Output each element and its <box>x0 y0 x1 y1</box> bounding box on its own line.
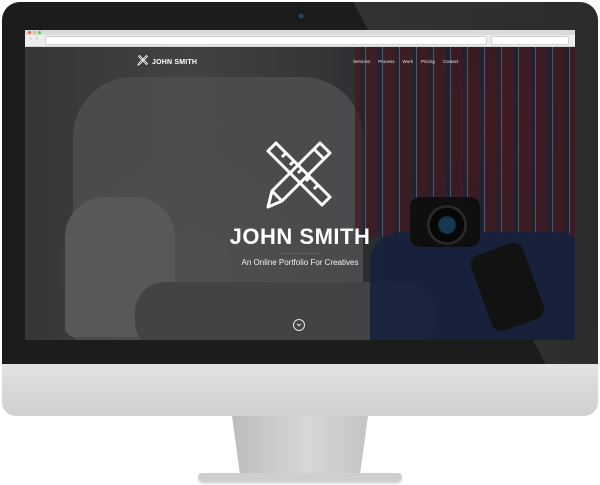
browser-tabstrip <box>25 30 575 35</box>
monitor-base <box>198 473 402 482</box>
monitor-chin <box>2 364 598 416</box>
nav-item-services[interactable]: Services <box>353 59 370 64</box>
title-divider <box>280 253 320 254</box>
hero-section: JOHN SMITH Services Process Work Pricing… <box>25 47 575 340</box>
monitor-stand <box>232 416 368 476</box>
address-bar[interactable] <box>45 36 487 45</box>
chevron-down-icon <box>295 316 303 334</box>
nav-item-work[interactable]: Work <box>403 59 413 64</box>
browser-search-bar[interactable] <box>491 36 569 45</box>
close-window-icon[interactable] <box>28 31 31 34</box>
main-nav: Services Process Work Pricing Contact <box>353 59 458 64</box>
brand-name: JOHN SMITH <box>152 58 198 66</box>
back-arrow-icon[interactable]: ‹ <box>30 37 34 42</box>
hero-tagline: An Online Portfolio For Creatives <box>241 258 359 267</box>
monitor-screen: ‹ › JOHN SMITH Services Process Work Pri… <box>25 30 575 340</box>
pencil-ruler-logo-icon <box>137 53 149 71</box>
maximize-window-icon[interactable] <box>38 31 41 34</box>
forward-arrow-icon[interactable]: › <box>36 37 40 42</box>
nav-item-pricing[interactable]: Pricing <box>421 59 435 64</box>
hero-title: JOHN SMITH <box>229 224 371 249</box>
browser-chrome: ‹ › <box>25 30 575 47</box>
scroll-down-button[interactable] <box>293 319 305 331</box>
nav-item-process[interactable]: Process <box>378 59 394 64</box>
pencil-ruler-cross-icon <box>258 135 338 215</box>
site-brand[interactable]: JOHN SMITH <box>137 53 198 71</box>
nav-item-contact[interactable]: Contact <box>443 59 459 64</box>
minimize-window-icon[interactable] <box>33 31 36 34</box>
webcam-icon <box>297 12 305 20</box>
